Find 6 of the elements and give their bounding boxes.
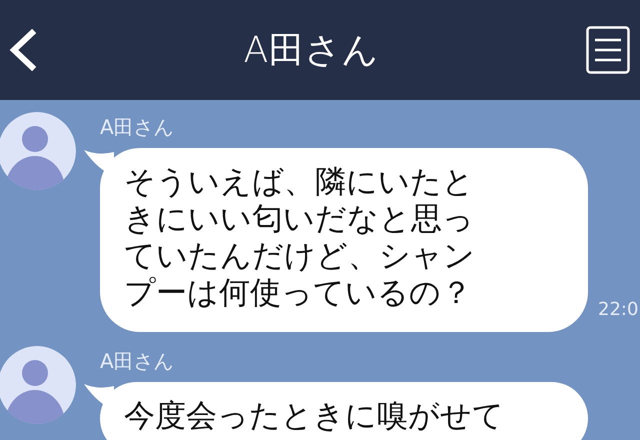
message-time: 22:0 [598, 299, 638, 320]
sender-name: A田さん [100, 114, 175, 141]
chat-title: A田さん [244, 28, 378, 72]
message-text: そういえば、隣にいたときにいい匂いだなと思っていたんだけど、シャンプーは何使っているの？ [124, 164, 476, 312]
message-text: 今度会ったときに嗅がせて [124, 398, 505, 435]
sender-name: A田さん [100, 348, 175, 375]
